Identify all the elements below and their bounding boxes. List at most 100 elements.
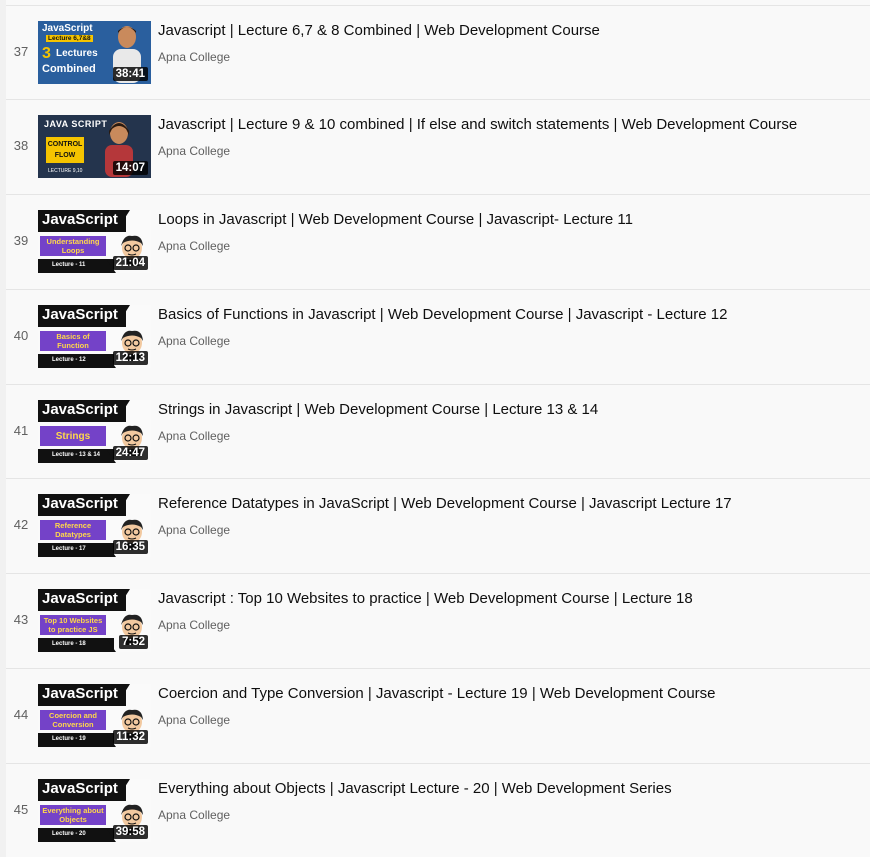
thumb-heading: JavaScript — [42, 23, 93, 34]
thumb-banner-edge — [116, 684, 130, 706]
video-title[interactable]: Javascript | Lecture 9 & 10 combined | I… — [158, 116, 860, 133]
video-thumbnail[interactable]: JavaScript Understanding Loops Lecture -… — [38, 210, 151, 273]
item-index: 40 — [13, 328, 29, 343]
thumb-topic-text: Everything about Objects — [42, 806, 104, 824]
video-duration: 12:13 — [112, 351, 148, 365]
thumb-lecture-label: Lecture - 20 — [52, 831, 86, 837]
channel-name[interactable]: Apna College — [158, 429, 230, 443]
thumb-lecture-label: Lecture - 12 — [52, 357, 86, 363]
video-title[interactable]: Javascript | Lecture 6,7 & 8 Combined | … — [158, 22, 860, 39]
thumb-lecture-label: Lecture - 11 — [52, 262, 86, 268]
channel-name[interactable]: Apna College — [158, 713, 230, 727]
thumb-topic-text: Understanding Loops — [46, 237, 100, 255]
thumb-footer: Lecture - 17 — [38, 543, 114, 557]
video-duration: 16:35 — [112, 540, 148, 554]
thumb-banner-edge — [116, 779, 130, 801]
video-title[interactable]: Reference Datatypes in JavaScript | Web … — [158, 495, 860, 512]
thumb-footer: Lecture - 11 — [38, 259, 114, 273]
thumb-topic-line: CONTROL — [47, 141, 83, 148]
thumb-brand-text: JavaScript — [42, 685, 118, 702]
thumb-brand-text: JavaScript — [42, 495, 118, 512]
thumb-brand-text: JavaScript — [42, 211, 118, 228]
thumb-lecture-label: Lecture - 17 — [52, 546, 86, 552]
video-thumbnail[interactable]: JavaScript Strings Lecture - 13 & 14 24:… — [38, 400, 151, 463]
item-index: 43 — [13, 612, 29, 627]
item-index: 37 — [13, 44, 29, 59]
thumb-brand-text: JavaScript — [42, 590, 118, 607]
thumb-topic-text: Coercion and Conversion — [49, 711, 97, 729]
video-title[interactable]: Everything about Objects | Javascript Le… — [158, 780, 860, 797]
thumb-footer: Lecture - 20 — [38, 828, 114, 842]
video-duration: 39:58 — [112, 825, 148, 839]
channel-name[interactable]: Apna College — [158, 239, 230, 253]
playlist-item[interactable]: 42 JavaScript Reference Datatypes Lectur… — [6, 478, 870, 572]
thumb-tag: Lecture 6,7&8 — [46, 35, 93, 42]
video-title[interactable]: Strings in Javascript | Web Development … — [158, 401, 860, 418]
video-duration: 38:41 — [112, 67, 148, 81]
thumb-topic-text: Basics of Function — [56, 332, 90, 350]
thumb-footer: Lecture - 12 — [38, 354, 114, 368]
thumb-lecture-label: LECTURE 9,10 — [48, 168, 83, 174]
thumb-brand-text: JavaScript — [42, 306, 118, 323]
video-duration: 11:32 — [113, 730, 148, 744]
thumb-topic-text: Reference Datatypes — [54, 521, 92, 539]
channel-name[interactable]: Apna College — [158, 523, 230, 537]
thumb-topic-box: Top 10 Websites to practice JS — [40, 615, 106, 635]
video-duration: 24:47 — [112, 446, 148, 460]
video-thumbnail[interactable]: JavaScript Top 10 Websites to practice J… — [38, 589, 151, 652]
video-thumbnail[interactable]: JavaScript Lecture 6,7&8 3 Lectures Comb… — [38, 21, 151, 84]
thumb-topic-text: Top 10 Websites to practice JS — [43, 616, 103, 634]
thumb-topic-box: Understanding Loops — [40, 236, 106, 256]
video-title[interactable]: Loops in Javascript | Web Development Co… — [158, 211, 860, 228]
thumb-topic-box: Reference Datatypes — [40, 520, 106, 540]
thumb-topic-box: Basics of Function — [40, 331, 106, 351]
thumb-brand-text: JavaScript — [42, 780, 118, 797]
video-thumbnail[interactable]: JavaScript Coercion and Conversion Lectu… — [38, 684, 151, 747]
channel-name[interactable]: Apna College — [158, 50, 230, 64]
playlist-item[interactable]: 37 JavaScript Lecture 6,7&8 3 Lectures C… — [6, 5, 870, 99]
video-duration: 21:04 — [112, 256, 148, 270]
playlist-item[interactable]: 39 JavaScript Understanding Loops Lectur… — [6, 194, 870, 288]
thumb-banner-edge — [116, 589, 130, 611]
channel-name[interactable]: Apna College — [158, 618, 230, 632]
thumb-lecture-label: Lecture - 18 — [52, 641, 86, 647]
video-duration: 14:07 — [112, 161, 148, 175]
channel-name[interactable]: Apna College — [158, 144, 230, 158]
playlist-item[interactable]: 43 JavaScript Top 10 Websites to practic… — [6, 573, 870, 667]
thumb-topic-line: FLOW — [54, 152, 76, 159]
thumb-banner-edge — [116, 210, 130, 232]
thumb-lecture-label: Lecture - 19 — [52, 736, 86, 742]
thumb-banner-edge — [116, 305, 130, 327]
video-thumbnail[interactable]: JAVA SCRIPT CONTROL FLOW LECTURE 9,10 14… — [38, 115, 151, 178]
video-title[interactable]: Javascript : Top 10 Websites to practice… — [158, 590, 860, 607]
item-index: 45 — [13, 802, 29, 817]
video-thumbnail[interactable]: JavaScript Basics of Function Lecture - … — [38, 305, 151, 368]
thumb-banner-edge — [116, 400, 130, 422]
video-thumbnail[interactable]: JavaScript Everything about Objects Lect… — [38, 779, 151, 842]
thumb-heading: JAVA SCRIPT — [44, 119, 108, 129]
video-title[interactable]: Basics of Functions in Javascript | Web … — [158, 306, 860, 323]
thumb-topic-box: CONTROL FLOW — [46, 137, 84, 163]
channel-name[interactable]: Apna College — [158, 808, 230, 822]
thumb-topic-box: Strings — [40, 426, 106, 446]
thumb-word: Combined — [42, 63, 96, 75]
thumb-footer: Lecture - 18 — [38, 638, 114, 652]
thumb-footer-edge — [106, 638, 116, 652]
playlist-item[interactable]: 44 JavaScript Coercion and Conversion Le… — [6, 668, 870, 762]
playlist-item[interactable]: 40 JavaScript Basics of Function Lecture… — [6, 289, 870, 383]
thumb-footer: Lecture - 19 — [38, 733, 114, 747]
thumb-topic-box: Everything about Objects — [40, 805, 106, 825]
item-index: 39 — [13, 233, 29, 248]
item-index: 44 — [13, 707, 29, 722]
channel-name[interactable]: Apna College — [158, 334, 230, 348]
item-index: 38 — [13, 138, 29, 153]
video-thumbnail[interactable]: JavaScript Reference Datatypes Lecture -… — [38, 494, 151, 557]
playlist-item[interactable]: 41 JavaScript Strings Lecture - 13 & 14 … — [6, 384, 870, 478]
thumb-number: 3 — [42, 45, 51, 62]
video-title[interactable]: Coercion and Type Conversion | Javascrip… — [158, 685, 860, 702]
item-index: 42 — [13, 517, 29, 532]
playlist-item[interactable]: 45 JavaScript Everything about Objects L… — [6, 763, 870, 857]
thumb-word: Lectures — [56, 48, 98, 59]
playlist-item[interactable]: 38 JAVA SCRIPT CONTROL FLOW LECTURE 9,10… — [6, 99, 870, 193]
item-index: 41 — [13, 423, 29, 438]
